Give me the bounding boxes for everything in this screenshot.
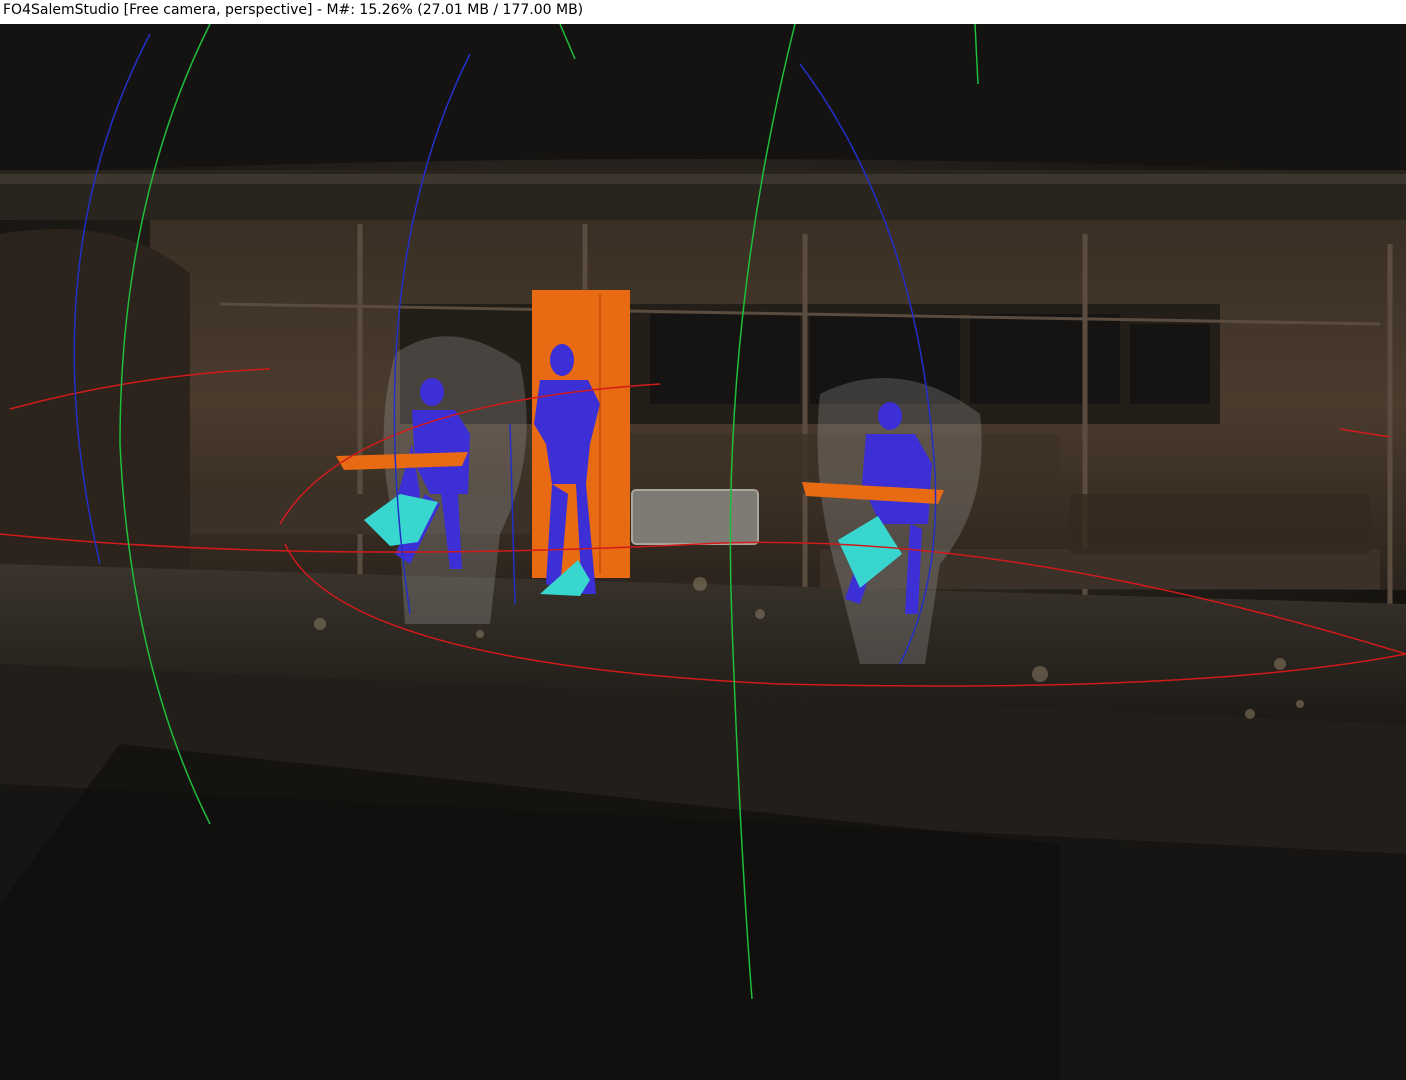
suitcase-prop bbox=[631, 489, 759, 545]
application-window: FO4SalemStudio [Free camera, perspective… bbox=[0, 0, 1406, 1080]
window-title-bar[interactable]: FO4SalemStudio [Free camera, perspective… bbox=[0, 0, 1406, 24]
tunnel-ceiling bbox=[0, 24, 1406, 174]
subway-car-door-arch bbox=[0, 229, 190, 584]
window-title: FO4SalemStudio [Free camera, perspective… bbox=[3, 2, 584, 18]
3d-viewport[interactable] bbox=[0, 24, 1406, 1080]
